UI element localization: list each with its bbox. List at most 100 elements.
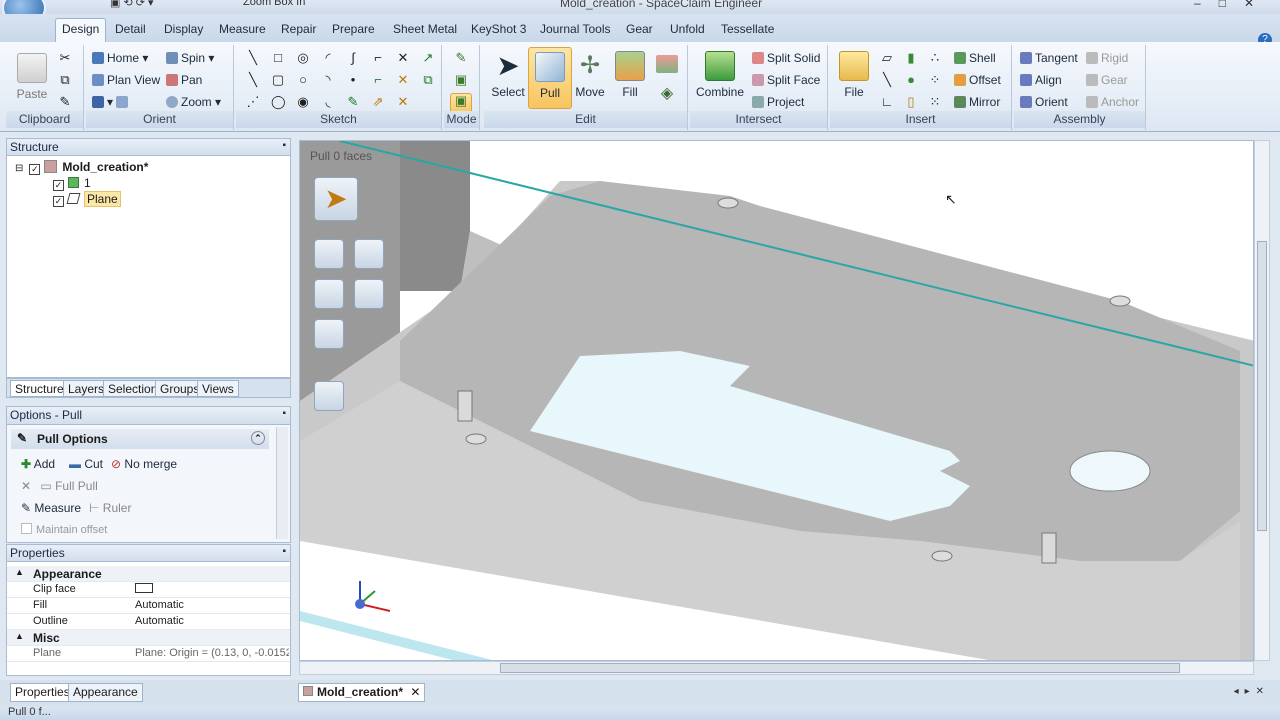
split-solid-button[interactable]: Split Solid bbox=[752, 51, 820, 65]
cut-icon[interactable]: ✂ bbox=[58, 51, 72, 65]
property-row[interactable]: Plane Plane: Origin = (0.13, 0, -0.01525 bbox=[7, 646, 290, 662]
copy-icon[interactable]: ⧉ bbox=[58, 73, 72, 87]
tangent-arc-icon[interactable]: ◝ bbox=[321, 73, 335, 87]
pull-button[interactable]: Pull bbox=[528, 47, 572, 109]
section-mode-icon[interactable]: ▣ bbox=[454, 73, 468, 87]
scale-icon[interactable]: ⇗ bbox=[371, 95, 385, 109]
tab-display[interactable]: Display bbox=[158, 19, 209, 41]
pivot-tool-icon[interactable] bbox=[354, 239, 384, 269]
collapse-icon[interactable]: ⊟ bbox=[15, 163, 23, 174]
tab-journal-tools[interactable]: Journal Tools bbox=[534, 19, 617, 41]
cut-option[interactable]: ▬ Cut bbox=[69, 457, 103, 471]
tab-views[interactable]: Views bbox=[197, 380, 239, 397]
collapse-section-icon[interactable]: ⌃ bbox=[251, 431, 265, 445]
guide-tool-icon[interactable] bbox=[354, 279, 384, 309]
home-button[interactable]: Home ▾ bbox=[92, 51, 148, 65]
pattern-icon[interactable]: ∴ bbox=[928, 51, 942, 65]
tree-root[interactable]: ⊟ ✓ Mold_creation* bbox=[15, 160, 148, 175]
visibility-checkbox[interactable]: ✓ bbox=[53, 180, 64, 191]
mirror-button[interactable]: Mirror bbox=[954, 95, 1000, 109]
project-curve-icon[interactable]: ⧉ bbox=[421, 73, 435, 87]
tangent-line-icon[interactable]: ╲ bbox=[246, 73, 260, 87]
project-button[interactable]: Project bbox=[752, 95, 804, 109]
zoom-button[interactable]: Zoom ▾ bbox=[166, 95, 221, 109]
fill-button[interactable]: Fill bbox=[608, 47, 652, 109]
orient-assembly-button[interactable]: Orient bbox=[1020, 95, 1068, 109]
tab-unfold[interactable]: Unfold bbox=[664, 19, 711, 41]
tangent-button[interactable]: Tangent bbox=[1020, 51, 1078, 65]
add-option[interactable]: ✚ Add bbox=[21, 457, 55, 471]
window-controls[interactable]: –□✕ bbox=[1194, 0, 1272, 10]
gear-button[interactable]: Gear bbox=[1086, 73, 1128, 87]
rectangle-icon[interactable]: □ bbox=[271, 51, 285, 65]
tab-selection[interactable]: Selection bbox=[103, 380, 163, 397]
origin-icon[interactable]: ∟ bbox=[880, 95, 894, 109]
circular-pattern-icon[interactable]: ⁘ bbox=[928, 73, 942, 87]
full-pull-option[interactable]: ✕ ▭ Full Pull bbox=[21, 479, 98, 493]
select-button[interactable]: ➤ Select bbox=[486, 47, 530, 109]
tab-appearance[interactable]: Appearance bbox=[68, 683, 143, 702]
arc-icon[interactable]: ◜ bbox=[321, 51, 335, 65]
pin-icon[interactable]: ▪ bbox=[282, 140, 286, 151]
property-category[interactable]: ▲ Misc bbox=[7, 630, 290, 646]
tab-repair[interactable]: Repair bbox=[275, 19, 322, 41]
file-insert-button[interactable]: File bbox=[832, 47, 876, 109]
minimize-icon[interactable]: – bbox=[1194, 0, 1219, 10]
visibility-checkbox[interactable]: ✓ bbox=[53, 196, 64, 207]
scroll-thumb[interactable] bbox=[1257, 241, 1267, 531]
align-button[interactable]: Align bbox=[1020, 73, 1062, 87]
tree-item-body[interactable]: ✓ 1 bbox=[53, 176, 91, 191]
viewport-vertical-scrollbar[interactable] bbox=[1254, 140, 1270, 661]
extend-icon[interactable]: ⌐ bbox=[371, 73, 385, 87]
scroll-thumb[interactable] bbox=[500, 663, 1180, 673]
move-button[interactable]: ✢ Move bbox=[568, 47, 612, 109]
tab-tessellate[interactable]: Tessellate bbox=[715, 19, 780, 41]
corner-icon[interactable]: ⌐ bbox=[371, 51, 385, 65]
spin-button[interactable]: Spin ▾ bbox=[166, 51, 214, 65]
tab-structure[interactable]: Structure bbox=[10, 380, 69, 397]
tab-nav-icons[interactable]: ◂▸✕ bbox=[1234, 686, 1270, 697]
view-cube-button[interactable]: ▾ bbox=[92, 95, 131, 109]
sweep-tool-icon[interactable] bbox=[314, 381, 344, 411]
tree-item-plane[interactable]: ✓ Plane bbox=[53, 191, 121, 207]
anchor-button[interactable]: Anchor bbox=[1086, 95, 1139, 109]
revolve-tool-icon[interactable] bbox=[314, 319, 344, 349]
tab-properties[interactable]: Properties bbox=[10, 683, 75, 702]
circle-icon[interactable]: ◎ bbox=[296, 51, 310, 65]
maintain-offset-option[interactable]: Maintain offset bbox=[21, 523, 107, 536]
polygon-icon[interactable]: ▢ bbox=[271, 73, 285, 87]
plane-icon[interactable]: ▱ bbox=[880, 51, 894, 65]
offset-button[interactable]: Offset bbox=[954, 73, 1001, 87]
document-tab[interactable]: Mold_creation* ✕ bbox=[298, 683, 426, 702]
tab-gear[interactable]: Gear bbox=[620, 19, 659, 41]
quick-access-command[interactable]: Zoom Box In bbox=[243, 0, 305, 8]
line-icon[interactable]: ╲ bbox=[246, 51, 260, 65]
sweep-arc-icon[interactable]: ◟ bbox=[321, 95, 335, 109]
visibility-checkbox[interactable]: ✓ bbox=[29, 164, 41, 175]
plan-view-button[interactable]: Plan View bbox=[92, 73, 160, 87]
sketch-mode-icon[interactable]: ✎ bbox=[454, 51, 468, 65]
options-scrollbar[interactable] bbox=[276, 427, 288, 539]
pin-icon[interactable]: ▪ bbox=[282, 408, 286, 419]
image-icon[interactable]: ▯ bbox=[904, 95, 918, 109]
property-row[interactable]: Outline Automatic bbox=[7, 614, 290, 630]
tab-detail[interactable]: Detail bbox=[109, 19, 152, 41]
bend-icon[interactable]: ✎ bbox=[346, 95, 360, 109]
rigid-button[interactable]: Rigid bbox=[1086, 51, 1128, 65]
slot-icon[interactable]: ◯ bbox=[271, 95, 286, 109]
tab-sheet-metal[interactable]: Sheet Metal bbox=[387, 19, 463, 41]
axis-icon[interactable]: ╲ bbox=[880, 73, 894, 87]
viewport-horizontal-scrollbar[interactable] bbox=[299, 661, 1254, 675]
maintain-offset-checkbox[interactable] bbox=[21, 523, 32, 534]
pan-button[interactable]: Pan bbox=[166, 73, 202, 87]
spline-icon[interactable]: ∫ bbox=[346, 51, 360, 65]
maximize-icon[interactable]: □ bbox=[1219, 0, 1244, 10]
property-category[interactable]: ▲ Appearance bbox=[7, 566, 290, 582]
tab-design[interactable]: Design bbox=[55, 18, 107, 43]
three-point-circle-icon[interactable]: ◉ bbox=[296, 95, 310, 109]
property-row[interactable]: Clip face bbox=[7, 582, 290, 598]
sphere-icon[interactable]: ● bbox=[904, 73, 918, 87]
grid-pattern-icon[interactable]: ⁙ bbox=[928, 95, 942, 109]
select-tool-icon[interactable]: ➤ bbox=[314, 177, 358, 221]
replace-icon[interactable] bbox=[656, 55, 678, 73]
